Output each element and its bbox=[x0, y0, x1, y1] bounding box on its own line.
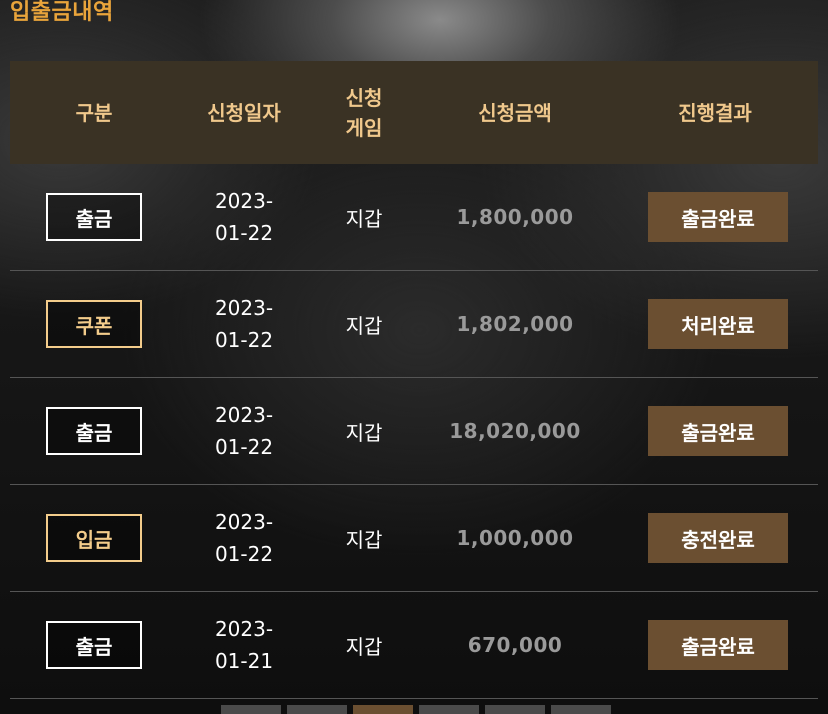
request-amount: 1,800,000 bbox=[456, 205, 574, 229]
pagination-page-button[interactable] bbox=[353, 705, 413, 714]
pagination-next-button[interactable] bbox=[485, 705, 545, 714]
type-badge: 쿠폰 bbox=[46, 300, 142, 348]
pagination-first-button[interactable] bbox=[221, 705, 281, 714]
request-game: 지갑 bbox=[345, 420, 383, 445]
table-row: 출금 2023-01-22 지갑 18,020,000 출금완료 bbox=[10, 378, 818, 485]
page-title: 입출금내역 bbox=[10, 0, 114, 25]
type-badge: 출금 bbox=[46, 193, 142, 241]
table-row: 쿠폰 2023-01-22 지갑 1,802,000 처리완료 bbox=[10, 271, 818, 378]
request-game: 지갑 bbox=[345, 313, 383, 338]
request-amount: 1,802,000 bbox=[456, 312, 574, 336]
status-button[interactable]: 처리완료 bbox=[648, 299, 788, 349]
table-header: 구분 신청일자 신청게임 신청금액 진행결과 bbox=[10, 61, 818, 164]
request-date: 2023-01-22 bbox=[214, 296, 274, 352]
pagination-page-button[interactable] bbox=[419, 705, 479, 714]
request-amount: 18,020,000 bbox=[449, 419, 581, 443]
table-row: 출금 2023-01-22 지갑 1,800,000 출금완료 bbox=[10, 164, 818, 271]
request-game: 지갑 bbox=[345, 634, 383, 659]
pagination-last-button[interactable] bbox=[551, 705, 611, 714]
type-badge: 입금 bbox=[46, 514, 142, 562]
table-row: 출금 2023-01-21 지갑 670,000 출금완료 bbox=[10, 592, 818, 699]
header-result: 진행결과 bbox=[678, 100, 752, 125]
status-button[interactable]: 충전완료 bbox=[648, 513, 788, 563]
transaction-history-table: 구분 신청일자 신청게임 신청금액 진행결과 출금 2023-01-22 지갑 … bbox=[10, 61, 818, 699]
status-button[interactable]: 출금완료 bbox=[648, 192, 788, 242]
type-badge: 출금 bbox=[46, 621, 142, 669]
request-amount: 1,000,000 bbox=[456, 526, 574, 550]
status-button[interactable]: 출금완료 bbox=[648, 406, 788, 456]
request-amount: 670,000 bbox=[467, 633, 563, 657]
header-amount: 신청금액 bbox=[478, 100, 552, 125]
header-type: 구분 bbox=[75, 100, 113, 125]
request-game: 지갑 bbox=[345, 527, 383, 552]
header-date: 신청일자 bbox=[207, 100, 281, 125]
request-date: 2023-01-22 bbox=[214, 189, 274, 245]
type-badge: 출금 bbox=[46, 407, 142, 455]
table-row: 입금 2023-01-22 지갑 1,000,000 충전완료 bbox=[10, 485, 818, 592]
status-button[interactable]: 출금완료 bbox=[648, 620, 788, 670]
request-date: 2023-01-22 bbox=[214, 510, 274, 566]
request-date: 2023-01-22 bbox=[214, 403, 274, 459]
request-date: 2023-01-21 bbox=[214, 617, 274, 673]
pagination bbox=[221, 705, 611, 714]
pagination-prev-button[interactable] bbox=[287, 705, 347, 714]
request-game: 지갑 bbox=[345, 206, 383, 231]
header-game: 신청게임 bbox=[345, 85, 383, 140]
